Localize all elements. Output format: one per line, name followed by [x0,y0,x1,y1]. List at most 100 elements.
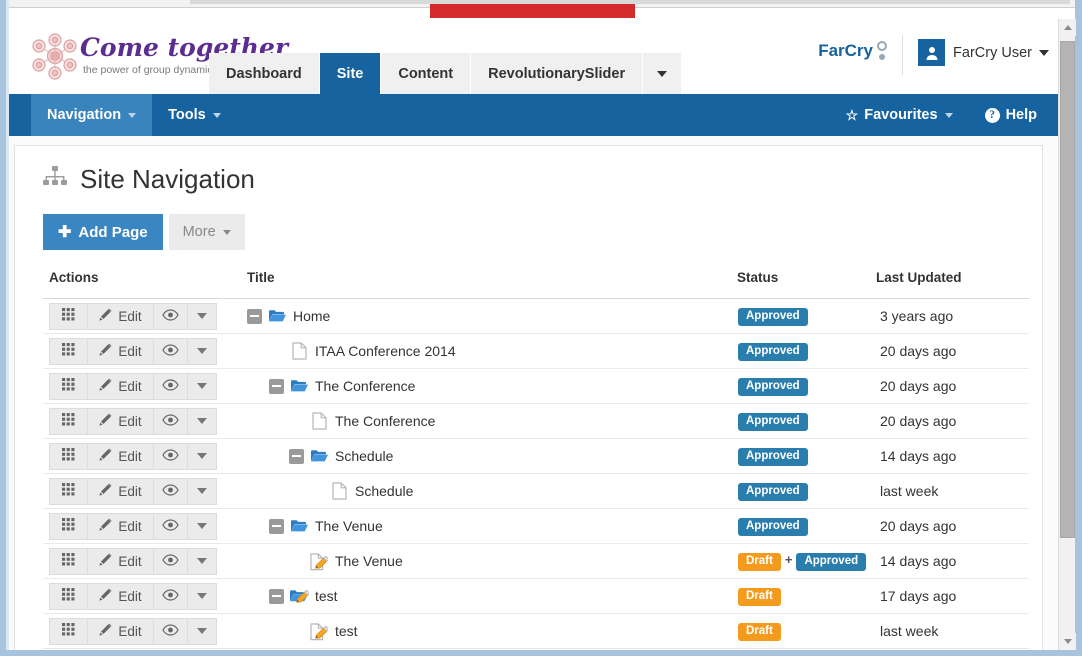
row-preview-button[interactable] [153,617,187,645]
tree-node[interactable]: The Conference [243,378,737,394]
row-edit-button-label: Edit [118,378,142,394]
tab-content[interactable]: Content [381,53,472,94]
star-icon: ☆ [845,106,859,123]
tree-collapse-toggle[interactable] [269,588,284,604]
subnav-item-navigation[interactable]: Navigation [31,94,153,136]
row-preview-button[interactable] [153,442,187,470]
tree-node[interactable]: Schedule [243,448,737,464]
table-row[interactable]: Edit test Draft 17 days ago [43,578,1029,614]
header-divider [902,35,903,75]
row-drag-handle-button[interactable] [49,477,87,505]
table-row[interactable]: Edit The Conference Approved 20 days ago [43,368,1029,404]
row-drag-handle-button[interactable] [49,372,87,400]
row-edit-button[interactable]: Edit [87,477,153,505]
row-drag-handle-button[interactable] [49,617,87,645]
tree-node[interactable]: The Venue [243,552,737,571]
tab-revolutionaryslider[interactable]: RevolutionarySlider [471,53,644,94]
tree-node-label: The Conference [315,378,416,394]
subnav-item-navigation-label: Navigation [47,107,122,123]
subnav-item-tools[interactable]: Tools [152,94,237,136]
tree-collapse-toggle[interactable] [269,518,284,534]
row-preview-button[interactable] [153,477,187,505]
tree-node[interactable]: Home [243,308,737,324]
row-edit-button-label: Edit [118,588,142,604]
tree-node[interactable]: test [243,587,737,605]
tab-overflow-button[interactable] [643,53,683,94]
tree-collapse-toggle[interactable] [289,448,304,464]
row-menu-button[interactable] [187,547,217,575]
row-actions-cell: Edit [43,368,243,404]
row-edit-button[interactable]: Edit [87,617,153,645]
row-menu-button[interactable] [187,337,217,365]
tree-node[interactable]: test [243,622,737,641]
table-row[interactable]: Edit The Venue Draft + Approved 14 days ago [43,543,1029,579]
row-menu-button[interactable] [187,442,217,470]
row-action-group: Edit [49,512,217,540]
row-menu-button[interactable] [187,617,217,645]
row-edit-button[interactable]: Edit [87,547,153,575]
row-preview-button[interactable] [153,372,187,400]
row-preview-button[interactable] [153,582,187,610]
tree-node[interactable]: The Conference [243,412,737,430]
more-button[interactable]: More [168,214,245,250]
table-row[interactable]: Edit ITAA Conference 2014 Approved 20 days … [43,333,1029,369]
row-preview-button[interactable] [153,512,187,540]
tree-node[interactable]: Schedule [243,482,737,500]
row-drag-handle-button[interactable] [49,407,87,435]
subnav-item-help[interactable]: ? Help [969,94,1053,136]
tree-node[interactable]: The Venue [243,518,737,534]
tab-site[interactable]: Site [319,53,382,94]
folder-draft-icon [289,587,309,605]
plus-icon: ✚ [58,224,72,241]
table-row[interactable]: Edit Schedule Approved 14 days ago [43,438,1029,474]
row-edit-button[interactable]: Edit [87,512,153,540]
row-menu-button[interactable] [187,372,217,400]
scrollbar-up-button[interactable] [1059,19,1076,36]
row-edit-button[interactable]: Edit [87,372,153,400]
scrollbar-thumb[interactable] [1060,41,1075,538]
page-title: Site Navigation [42,164,255,195]
row-edit-button[interactable]: Edit [87,442,153,470]
row-preview-button[interactable] [153,547,187,575]
add-page-button[interactable]: ✚ Add Page [43,214,163,250]
row-menu-button[interactable] [187,477,217,505]
table-row[interactable]: Edit test Draft last week [43,613,1029,649]
user-menu[interactable]: FarCry User [918,39,1049,66]
row-edit-button[interactable]: Edit [87,582,153,610]
row-action-group: Edit [49,407,217,435]
table-row[interactable]: Edit The Venue Approved 20 days ago [43,508,1029,544]
table-row[interactable]: Edit Home Approved 3 years ago [43,298,1029,334]
row-menu-button[interactable] [187,582,217,610]
row-preview-button[interactable] [153,302,187,330]
tree-node[interactable]: ITAA Conference 2014 [243,342,737,360]
row-drag-handle-button[interactable] [49,547,87,575]
table-row[interactable]: Edit Schedule Approved last week [43,473,1029,509]
pencil-icon [99,483,112,499]
row-actions-cell: Edit [43,298,243,334]
tab-dashboard[interactable]: Dashboard [209,53,320,94]
row-drag-handle-button[interactable] [49,442,87,470]
row-drag-handle-button[interactable] [49,582,87,610]
row-edit-button[interactable]: Edit [87,302,153,330]
row-drag-handle-button[interactable] [49,302,87,330]
row-actions-cell: Edit [43,403,243,439]
tree-collapse-toggle[interactable] [269,378,284,394]
row-edit-button-label: Edit [118,483,142,499]
row-edit-button[interactable]: Edit [87,337,153,365]
brand-logo[interactable]: Come together the power of group dynamic… [30,30,288,82]
row-menu-button[interactable] [187,302,217,330]
scrollbar-down-button[interactable] [1059,633,1076,650]
subnav-item-favourites[interactable]: ☆ Favourites [830,94,969,136]
row-edit-button[interactable]: Edit [87,407,153,435]
table-row[interactable]: Edit The Conference Approved 20 days ago [43,403,1029,439]
row-preview-button[interactable] [153,407,187,435]
row-menu-button[interactable] [187,407,217,435]
table-row[interactable]: EditContactApproveda month ago [43,648,1029,650]
row-preview-button[interactable] [153,337,187,365]
row-drag-handle-button[interactable] [49,512,87,540]
row-action-group: Edit [49,372,217,400]
row-menu-button[interactable] [187,512,217,540]
vertical-scrollbar[interactable] [1058,19,1076,650]
tree-collapse-toggle[interactable] [247,308,262,324]
row-drag-handle-button[interactable] [49,337,87,365]
